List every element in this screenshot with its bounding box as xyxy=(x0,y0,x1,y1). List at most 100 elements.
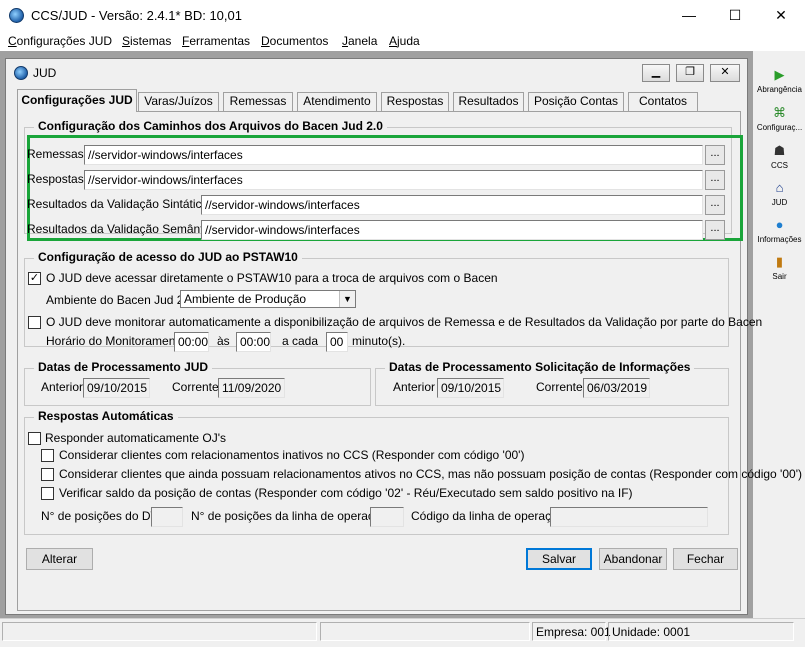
jud-corrente-date: 11/09/2020 xyxy=(218,378,285,398)
group-datas-info-title: Datas de Processamento Solicitação de In… xyxy=(385,360,695,374)
label-posicoes-linha: N° de posições da linha de operação xyxy=(191,509,388,523)
toolbar-abrangencia[interactable]: ▶ Abrangência xyxy=(753,67,805,94)
group-pstaw-title: Configuração de acesso do JUD ao PSTAW10 xyxy=(34,250,302,264)
label-saldo: Verificar saldo da posição de contas (Re… xyxy=(59,486,633,500)
menu-sistemas[interactable]: Sistemas xyxy=(122,34,171,48)
toolbar-jud[interactable]: ⌂ JUD xyxy=(753,180,805,207)
child-title-bar: JUD ▁ ❐ ✕ xyxy=(6,59,747,85)
label-a-cada: a cada xyxy=(282,334,319,348)
chevron-down-icon: ▼ xyxy=(339,291,355,307)
codigo-linha-input[interactable] xyxy=(550,507,708,527)
close-button[interactable]: ✕ xyxy=(758,0,804,31)
saldo-checkbox[interactable] xyxy=(41,487,54,500)
menu-documentos[interactable]: Documentos xyxy=(261,34,328,48)
menu-ajuda[interactable]: Ajuda xyxy=(389,34,420,48)
label-monitor: O JUD deve monitorar automaticamente a d… xyxy=(46,315,763,329)
salvar-button[interactable]: Salvar xyxy=(526,548,592,570)
child-restore-button[interactable]: ❐ xyxy=(676,64,704,82)
app-title-bar: CCS/JUD - Versão: 2.4.1* BD: 10,01 — ☐ ✕ xyxy=(0,0,805,31)
label-direct-access: O JUD deve acessar diretamente o PSTAW10… xyxy=(46,271,498,285)
jud-child-window: JUD ▁ ❐ ✕ Configurações JUD Varas/Juízos… xyxy=(5,58,802,615)
status-empresa: Empresa: 001 xyxy=(532,622,611,641)
label-horario: Horário do Monitoramento xyxy=(46,334,186,348)
group-datas-jud-title: Datas de Processamento JUD xyxy=(34,360,213,374)
tab-atendimento[interactable]: Atendimento xyxy=(297,92,377,111)
label-validacao-semantica: Resultados da Validação Semântica xyxy=(27,222,219,236)
respostas-browse-button[interactable]: ... xyxy=(705,170,725,190)
group-caminhos-title: Configuração dos Caminhos dos Arquivos d… xyxy=(34,119,387,133)
label-posicoes-dv: N° de posições do DV xyxy=(41,509,159,523)
maximize-button[interactable]: ☐ xyxy=(712,0,758,31)
app-logo-icon xyxy=(9,8,24,23)
abandonar-button[interactable]: Abandonar xyxy=(599,548,667,570)
info-anterior-date: 09/10/2015 xyxy=(437,378,504,398)
label-codigo-linha: Código da linha de operação xyxy=(411,509,565,523)
label-ambiente: Ambiente do Bacen Jud 2.0 xyxy=(46,293,194,307)
tab-posicao-contas[interactable]: Posição Contas xyxy=(528,92,624,111)
status-panel-blank-2 xyxy=(320,622,530,641)
label-inativos: Considerar clientes com relacionamentos … xyxy=(59,448,525,462)
info-corrente-date: 06/03/2019 xyxy=(583,378,650,398)
minimize-button[interactable]: — xyxy=(666,0,712,31)
child-minimize-button[interactable]: ▁ xyxy=(642,64,670,82)
menu-janela[interactable]: Janela xyxy=(342,34,377,48)
responder-checkbox[interactable] xyxy=(28,432,41,445)
posicoes-linha-input[interactable] xyxy=(370,507,404,527)
ativos-checkbox[interactable] xyxy=(41,468,54,481)
arrow-green-icon: ▶ xyxy=(774,67,785,82)
tab-varas-juizos[interactable]: Varas/Juízos xyxy=(138,92,219,111)
label-respostas: Respostas xyxy=(27,172,84,186)
status-bar: Empresa: 001 Unidade: 0001 xyxy=(0,618,805,647)
horario-inicio-input[interactable]: 00:00 xyxy=(174,332,209,352)
sintatica-path-input[interactable]: //servidor-windows/interfaces xyxy=(201,195,703,215)
monitor-checkbox[interactable] xyxy=(28,316,41,329)
label-jud-anterior: Anterior xyxy=(41,380,84,394)
status-unidade: Unidade: 0001 xyxy=(608,622,794,641)
remessas-path-input[interactable]: //servidor-windows/interfaces xyxy=(84,145,703,165)
alterar-button[interactable]: Alterar xyxy=(26,548,93,570)
semantica-browse-button[interactable]: ... xyxy=(705,220,725,240)
tab-contatos[interactable]: Contatos xyxy=(628,92,698,111)
app-title: CCS/JUD - Versão: 2.4.1* BD: 10,01 xyxy=(31,8,242,23)
group-respostas-title: Respostas Automáticas xyxy=(34,409,178,423)
remessas-browse-button[interactable]: ... xyxy=(705,145,725,165)
toolbar-ccs[interactable]: ☗ CCS xyxy=(753,143,805,170)
menu-configuracoes-jud[interactable]: Configurações JUD xyxy=(8,34,112,48)
ambiente-select[interactable]: Ambiente de Produção ▼ xyxy=(180,290,356,308)
globe-icon: ● xyxy=(775,217,784,232)
label-jud-corrente: Corrente xyxy=(172,380,219,394)
sintatica-browse-button[interactable]: ... xyxy=(705,195,725,215)
toolbar-informacoes[interactable]: ● Informações xyxy=(753,217,805,244)
tab-respostas[interactable]: Respostas xyxy=(381,92,449,111)
child-close-button[interactable]: ✕ xyxy=(710,64,740,82)
tab-resultados[interactable]: Resultados xyxy=(453,92,524,111)
posicoes-dv-input[interactable] xyxy=(151,507,183,527)
fechar-button[interactable]: Fechar xyxy=(673,548,738,570)
label-as: às xyxy=(217,334,230,348)
child-logo-icon xyxy=(14,66,28,80)
toolbar-sair[interactable]: ▮ Sair xyxy=(753,254,805,281)
horario-fim-input[interactable]: 00:00 xyxy=(236,332,271,352)
toolbar-configuracoes[interactable]: ⌘ Configuraç... xyxy=(753,105,805,132)
label-ativos: Considerar clientes que ainda possuam re… xyxy=(59,467,802,481)
courthouse-icon: ⌂ xyxy=(775,180,784,195)
status-panel-blank xyxy=(2,622,317,641)
jud-anterior-date: 09/10/2015 xyxy=(83,378,150,398)
right-toolbar: ▶ Abrangência ⌘ Configuraç... ☗ CCS ⌂ JU… xyxy=(752,51,805,618)
tab-remessas[interactable]: Remessas xyxy=(223,92,293,111)
inativos-checkbox[interactable] xyxy=(41,449,54,462)
tab-configuracoes-jud[interactable]: Configurações JUD xyxy=(17,89,137,112)
menu-ferramentas[interactable]: Ferramentas xyxy=(182,34,250,48)
direct-access-checkbox[interactable]: ✓ xyxy=(28,272,41,285)
intervalo-input[interactable]: 00 xyxy=(326,332,348,352)
respostas-path-input[interactable]: //servidor-windows/interfaces xyxy=(84,170,703,190)
label-remessas: Remessas xyxy=(27,147,84,161)
spy-icon: ☗ xyxy=(773,143,786,158)
exit-door-icon: ▮ xyxy=(775,254,784,269)
menu-bar: Configurações JUD Sistemas Ferramentas D… xyxy=(0,31,805,51)
semantica-path-input[interactable]: //servidor-windows/interfaces xyxy=(201,220,703,240)
label-minutos: minuto(s). xyxy=(352,334,406,348)
label-responder: Responder automaticamente OJ's xyxy=(45,431,227,445)
child-title: JUD xyxy=(33,66,57,80)
network-icon: ⌘ xyxy=(773,105,786,120)
